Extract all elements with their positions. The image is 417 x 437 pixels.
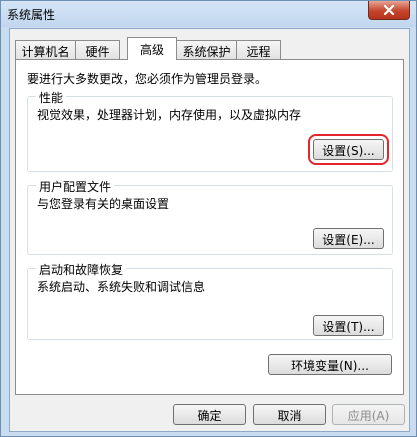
user-profiles-title: 用户配置文件: [36, 178, 115, 195]
apply-button[interactable]: 应用(A): [332, 404, 405, 425]
ok-button[interactable]: 确定: [173, 404, 246, 425]
performance-title: 性能: [36, 89, 67, 106]
tab-label: 系统保护: [182, 45, 231, 59]
close-button[interactable]: [368, 1, 410, 20]
tab-label: 硬件: [85, 45, 110, 59]
user-profiles-description: 与您登录有关的桌面设置: [37, 197, 170, 211]
dialog-button-row: 确定 取消 应用(A): [10, 403, 411, 427]
user-profiles-group: 用户配置文件 与您登录有关的桌面设置 设置(E)...: [27, 178, 393, 255]
startup-recovery-description: 系统启动、系统失败和调试信息: [37, 280, 206, 294]
tab-hardware[interactable]: 硬件: [75, 40, 120, 59]
admin-note: 要进行大多数更改，您必须作为管理员登录。: [27, 72, 268, 86]
startup-recovery-group: 启动和故障恢复 系统启动、系统失败和调试信息 设置(T)...: [27, 261, 393, 340]
tab-label: 高级: [139, 43, 164, 57]
environment-variables-button[interactable]: 环境变量(N)...: [268, 354, 392, 375]
tab-advanced[interactable]: 高级: [127, 37, 177, 60]
dialog-client-area: 计算机名 硬件 高级 系统保护 远程 要进行大多数更改，您必须作为管理员登录。 …: [9, 28, 410, 432]
user-profiles-settings-button[interactable]: 设置(E)...: [313, 228, 384, 249]
performance-group: 性能 视觉效果，处理器计划，内存使用，以及虚拟内存 设置(S)...: [27, 89, 393, 172]
tab-computer-name[interactable]: 计算机名: [15, 40, 76, 59]
tab-label: 计算机名: [21, 45, 70, 59]
performance-settings-button[interactable]: 设置(S)...: [308, 134, 389, 165]
system-properties-window: 系统属性 计算机名 硬件 高级 系统保护 远程 要进行大多数更改，您必须作为管理…: [0, 0, 417, 437]
startup-recovery-settings-button[interactable]: 设置(T)...: [313, 315, 384, 336]
window-title: 系统属性: [7, 8, 56, 22]
performance-description: 视觉效果，处理器计划，内存使用，以及虚拟内存: [37, 108, 302, 122]
advanced-tab-panel: 要进行大多数更改，您必须作为管理员登录。 性能 视觉效果，处理器计划，内存使用，…: [15, 59, 404, 395]
title-bar[interactable]: 系统属性: [1, 1, 416, 27]
startup-recovery-title: 启动和故障恢复: [36, 261, 127, 278]
tab-label: 远程: [246, 45, 271, 59]
close-icon: [383, 5, 395, 15]
tab-remote[interactable]: 远程: [236, 40, 281, 59]
tab-system-protection[interactable]: 系统保护: [176, 40, 237, 59]
cancel-button[interactable]: 取消: [253, 404, 326, 425]
